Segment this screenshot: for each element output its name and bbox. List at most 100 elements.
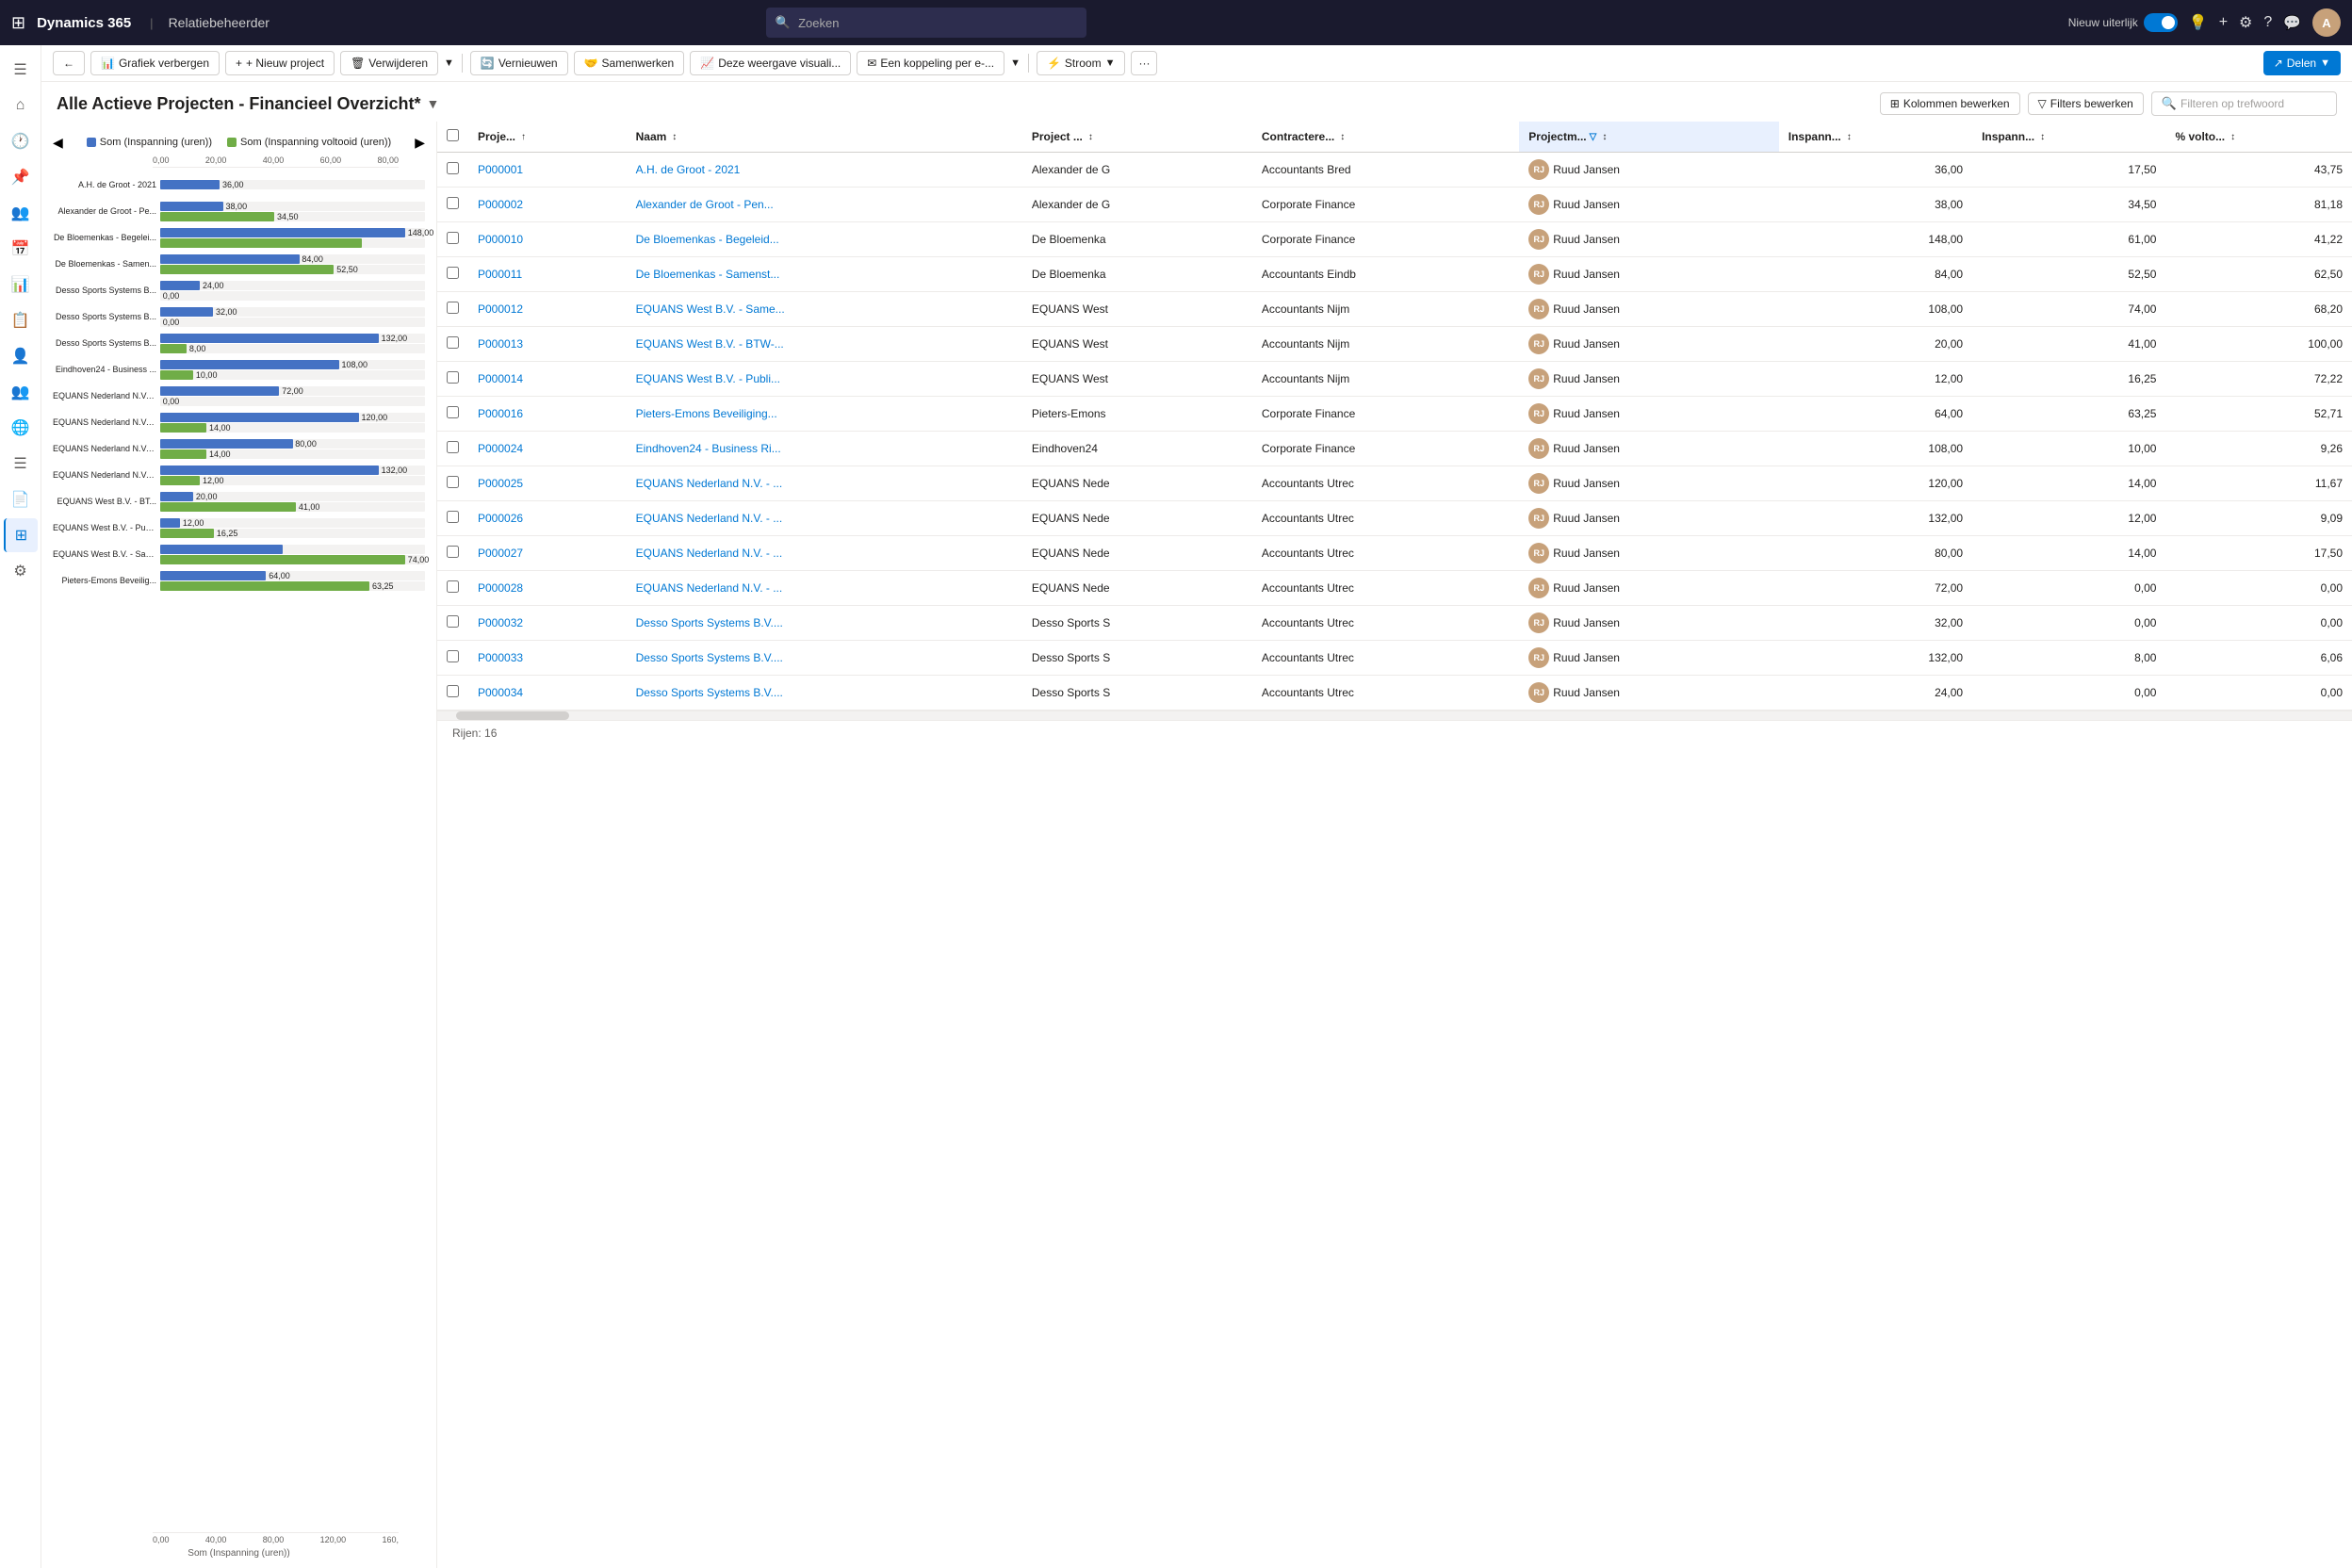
col-project-id[interactable]: Proje... ↑ <box>468 122 627 153</box>
row-checkbox-cell[interactable] <box>437 257 468 292</box>
row-checkbox[interactable] <box>447 650 459 662</box>
project-name-link[interactable]: Desso Sports Systems B.V.... <box>636 686 783 699</box>
project-id-link[interactable]: P000025 <box>478 477 523 490</box>
row-checkbox-cell[interactable] <box>437 536 468 571</box>
project-name-link[interactable]: EQUANS Nederland N.V. - ... <box>636 477 783 490</box>
search-bar[interactable]: 🔍 <box>766 8 1086 38</box>
back-button[interactable]: ← <box>53 51 85 75</box>
sidebar-item-file[interactable]: 📄 <box>4 482 38 516</box>
question-icon[interactable]: ? <box>2263 14 2272 31</box>
search-input[interactable] <box>798 16 1077 30</box>
edit-filters-button[interactable]: ▽ Filters bewerken <box>2028 92 2144 115</box>
row-checkbox-cell[interactable] <box>437 327 468 362</box>
project-id-link[interactable]: P000026 <box>478 512 523 525</box>
sidebar-item-grid[interactable]: ⊞ <box>4 518 38 552</box>
row-checkbox[interactable] <box>447 267 459 279</box>
row-checkbox[interactable] <box>447 162 459 174</box>
keyword-filter-input[interactable] <box>2180 97 2327 110</box>
row-checkbox-cell[interactable] <box>437 397 468 432</box>
project-id-link[interactable]: P000024 <box>478 442 523 455</box>
more-button[interactable]: ··· <box>1131 51 1157 75</box>
project-id-link[interactable]: P000012 <box>478 302 523 316</box>
row-checkbox-cell[interactable] <box>437 571 468 606</box>
plus-icon[interactable]: + <box>2219 14 2228 31</box>
row-checkbox[interactable] <box>447 441 459 453</box>
visualize-button[interactable]: 📈 Deze weergave visuali... <box>690 51 851 75</box>
project-name-link[interactable]: EQUANS West B.V. - Publi... <box>636 372 780 385</box>
project-name-link[interactable]: Alexander de Groot - Pen... <box>636 198 774 211</box>
row-checkbox-cell[interactable] <box>437 432 468 466</box>
sidebar-item-globe[interactable]: 🌐 <box>4 411 38 445</box>
col-pct-voltooid[interactable]: % volto... ↕ <box>2165 122 2352 153</box>
project-id-link[interactable]: P000034 <box>478 686 523 699</box>
chat-icon[interactable]: 💬 <box>2283 14 2301 31</box>
project-name-link[interactable]: EQUANS Nederland N.V. - ... <box>636 581 783 595</box>
row-checkbox[interactable] <box>447 580 459 593</box>
gear-icon[interactable]: ⚙ <box>2239 13 2252 32</box>
col-contractere[interactable]: Contractere... ↕ <box>1252 122 1519 153</box>
row-checkbox[interactable] <box>447 406 459 418</box>
scrollbar-thumb[interactable] <box>456 711 569 720</box>
project-id-link[interactable]: P000013 <box>478 337 523 351</box>
sidebar-item-pin[interactable]: 📌 <box>4 160 38 194</box>
col-inspanning2[interactable]: Inspann... ↕ <box>1972 122 2165 153</box>
sidebar-item-home[interactable]: ⌂ <box>4 89 38 122</box>
project-name-link[interactable]: Eindhoven24 - Business Ri... <box>636 442 781 455</box>
chart-next-button[interactable]: ▶ <box>415 135 425 151</box>
row-checkbox[interactable] <box>447 232 459 244</box>
lightbulb-icon[interactable]: 💡 <box>2189 13 2208 32</box>
row-checkbox[interactable] <box>447 685 459 697</box>
row-checkbox[interactable] <box>447 546 459 558</box>
col-project-contact[interactable]: Project ... ↕ <box>1022 122 1252 153</box>
stream-button[interactable]: ⚡ Stroom ▼ <box>1037 51 1126 75</box>
col-projectm[interactable]: Projectm... ▽ ↕ <box>1519 122 1778 153</box>
share-button[interactable]: ↗ Delen ▼ <box>2263 51 2341 75</box>
chart-prev-button[interactable]: ◀ <box>53 135 63 151</box>
project-name-link[interactable]: A.H. de Groot - 2021 <box>636 163 741 176</box>
title-chevron[interactable]: ▼ <box>426 96 439 111</box>
project-name-link[interactable]: De Bloemenkas - Begeleid... <box>636 233 779 246</box>
sidebar-item-dashboard[interactable]: 📊 <box>4 268 38 302</box>
dropdown-arrow-link[interactable]: ▼ <box>1010 57 1021 69</box>
row-checkbox[interactable] <box>447 197 459 209</box>
project-name-link[interactable]: Pieters-Emons Beveiliging... <box>636 407 777 420</box>
row-checkbox-cell[interactable] <box>437 292 468 327</box>
project-name-link[interactable]: Desso Sports Systems B.V.... <box>636 616 783 629</box>
sidebar-item-team[interactable]: 👥 <box>4 375 38 409</box>
project-name-link[interactable]: EQUANS West B.V. - Same... <box>636 302 785 316</box>
collaborate-button[interactable]: 🤝 Samenwerken <box>574 51 685 75</box>
avatar[interactable]: A <box>2312 8 2341 37</box>
row-checkbox[interactable] <box>447 302 459 314</box>
edit-columns-button[interactable]: ⊞ Kolommen bewerken <box>1880 92 2020 115</box>
hide-chart-button[interactable]: 📊 Grafiek verbergen <box>90 51 220 75</box>
row-checkbox[interactable] <box>447 476 459 488</box>
project-id-link[interactable]: P000027 <box>478 547 523 560</box>
row-checkbox-cell[interactable] <box>437 188 468 222</box>
delete-button[interactable]: 🗑 Verwijderen <box>340 51 438 75</box>
project-id-link[interactable]: P000033 <box>478 651 523 664</box>
project-name-link[interactable]: Desso Sports Systems B.V.... <box>636 651 783 664</box>
sidebar-item-calendar[interactable]: 📅 <box>4 232 38 266</box>
project-id-link[interactable]: P000001 <box>478 163 523 176</box>
row-checkbox[interactable] <box>447 511 459 523</box>
new-look-switch[interactable] <box>2144 13 2178 32</box>
project-name-link[interactable]: De Bloemenkas - Samenst... <box>636 268 780 281</box>
select-all-header[interactable] <box>437 122 468 153</box>
project-name-link[interactable]: EQUANS Nederland N.V. - ... <box>636 512 783 525</box>
row-checkbox-cell[interactable] <box>437 222 468 257</box>
sidebar-item-reports[interactable]: 📋 <box>4 303 38 337</box>
project-id-link[interactable]: P000032 <box>478 616 523 629</box>
refresh-button[interactable]: 🔄 Vernieuwen <box>470 51 568 75</box>
row-checkbox-cell[interactable] <box>437 466 468 501</box>
row-checkbox[interactable] <box>447 615 459 628</box>
project-name-link[interactable]: EQUANS Nederland N.V. - ... <box>636 547 783 560</box>
row-checkbox-cell[interactable] <box>437 676 468 710</box>
waffle-icon[interactable]: ⊞ <box>11 13 25 33</box>
col-naam[interactable]: Naam ↕ <box>627 122 1022 153</box>
sidebar-item-list[interactable]: ☰ <box>4 447 38 481</box>
project-id-link[interactable]: P000010 <box>478 233 523 246</box>
sidebar-item-settings[interactable]: ⚙ <box>4 554 38 588</box>
row-checkbox[interactable] <box>447 336 459 349</box>
project-id-link[interactable]: P000011 <box>478 268 522 281</box>
row-checkbox-cell[interactable] <box>437 501 468 536</box>
